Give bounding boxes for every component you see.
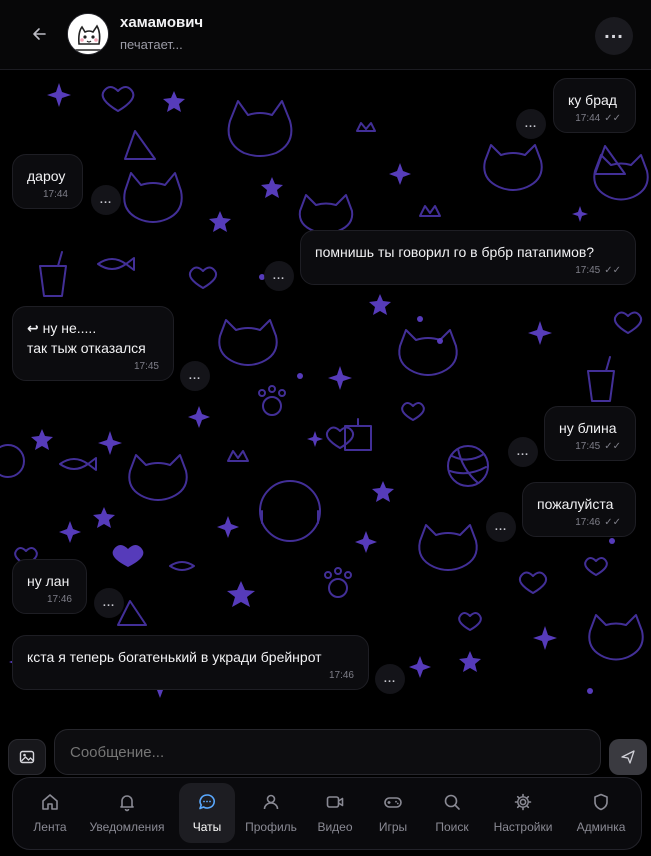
nav-label: Видео bbox=[317, 820, 353, 834]
image-icon bbox=[19, 750, 35, 764]
message-time: 17:46 bbox=[575, 517, 601, 528]
nav-item-feed[interactable]: Лента bbox=[25, 783, 75, 843]
shield-icon bbox=[594, 793, 608, 811]
message-meta: 17:44 ✓✓ bbox=[568, 113, 621, 124]
message-text: ну не..... bbox=[42, 320, 97, 336]
send-icon bbox=[621, 750, 635, 764]
message-text: кста я теперь богатенький в укради брейн… bbox=[27, 649, 322, 665]
message-time: 17:44 bbox=[42, 189, 68, 200]
bottom-navigation: Лента Уведомления Чаты Профиль Видео Игр… bbox=[12, 777, 642, 850]
message-text: ну блина bbox=[559, 420, 617, 436]
nav-label: Лента bbox=[33, 820, 67, 834]
search-icon bbox=[444, 794, 460, 810]
message-text: так тыж отказался bbox=[27, 340, 146, 356]
nav-item-games[interactable]: Игры bbox=[369, 783, 417, 843]
message-time: 17:46 bbox=[328, 670, 354, 681]
message-meta: 17:45 ✓✓ bbox=[315, 265, 621, 276]
message-text: дароу bbox=[27, 168, 66, 184]
nav-item-chats[interactable]: Чаты bbox=[179, 783, 235, 843]
message-time: 17:45 bbox=[133, 361, 159, 372]
read-ticks-icon: ✓✓ bbox=[604, 265, 621, 276]
nav-item-video[interactable]: Видео bbox=[311, 783, 359, 843]
message-actions-button[interactable]: ... bbox=[91, 185, 121, 215]
reply-arrow-icon: ↩ bbox=[27, 320, 39, 336]
message-bubble-outgoing[interactable]: пожалуйста 17:46 ✓✓ bbox=[522, 482, 636, 537]
message-bubble-outgoing[interactable]: помнишь ты говорил го в брбр патапимов? … bbox=[300, 230, 636, 285]
nav-label: Настройки bbox=[493, 820, 553, 834]
gear-icon bbox=[514, 793, 532, 811]
nav-label: Чаты bbox=[192, 820, 222, 834]
nav-label: Профиль bbox=[245, 820, 297, 834]
home-icon bbox=[42, 794, 58, 810]
message-text: пожалуйста bbox=[537, 496, 614, 512]
message-bubble-incoming[interactable]: ну лан 17:46 bbox=[12, 559, 87, 614]
message-actions-button[interactable]: ... bbox=[180, 361, 210, 391]
read-ticks-icon: ✓✓ bbox=[604, 113, 621, 124]
message-actions-button[interactable]: ... bbox=[375, 664, 405, 694]
message-time: 17:45 bbox=[575, 441, 601, 452]
chat-header: хамамович печатает... ... bbox=[0, 0, 651, 70]
nav-label: Поиск bbox=[435, 820, 469, 834]
nav-label: Уведомления bbox=[89, 820, 165, 834]
read-ticks-icon: ✓✓ bbox=[604, 517, 621, 528]
user-icon bbox=[263, 794, 279, 810]
message-list[interactable]: ку брад 17:44 ✓✓ ... дароу 17:44 ... помн… bbox=[0, 71, 651, 719]
read-ticks-icon: ✓✓ bbox=[604, 441, 621, 452]
contact-name[interactable]: хамамович bbox=[120, 14, 203, 31]
more-options-button[interactable]: ... bbox=[595, 17, 633, 55]
message-bubble-incoming[interactable]: ↩ ну не..... так тыж отказался 17:45 bbox=[12, 306, 174, 381]
message-text: ну лан bbox=[27, 573, 70, 589]
message-actions-button[interactable]: ... bbox=[508, 437, 538, 467]
message-time: 17:44 bbox=[575, 113, 601, 124]
message-bubble-outgoing[interactable]: ну блина 17:45 ✓✓ bbox=[544, 406, 636, 461]
message-text: помнишь ты говорил го в брбр патапимов? bbox=[315, 244, 595, 260]
message-time: 17:45 bbox=[575, 265, 601, 276]
message-input[interactable] bbox=[54, 729, 601, 775]
message-composer bbox=[0, 719, 651, 779]
chat-icon bbox=[199, 794, 216, 810]
message-actions-button[interactable]: ... bbox=[94, 588, 124, 618]
bell-icon bbox=[120, 795, 134, 812]
message-text: ку брад bbox=[568, 92, 617, 108]
arrow-left-icon[interactable] bbox=[26, 22, 52, 46]
message-actions-button[interactable]: ... bbox=[486, 512, 516, 542]
send-button[interactable] bbox=[609, 739, 647, 775]
typing-status: печатает... bbox=[120, 37, 183, 52]
message-meta: 17:46 ✓✓ bbox=[537, 517, 621, 528]
video-icon bbox=[326, 796, 344, 808]
nav-item-search[interactable]: Поиск bbox=[427, 783, 477, 843]
nav-item-settings[interactable]: Настройки bbox=[487, 783, 559, 843]
nav-label: Игры bbox=[378, 820, 408, 834]
message-bubble-incoming[interactable]: кста я теперь богатенький в укради брейн… bbox=[12, 635, 369, 690]
attach-image-button[interactable] bbox=[8, 739, 46, 775]
doodle-wallpaper bbox=[0, 83, 649, 698]
message-time: 17:46 bbox=[46, 594, 72, 605]
nav-item-profile[interactable]: Профиль bbox=[241, 783, 301, 843]
gamepad-icon bbox=[384, 797, 402, 808]
reply-line: ↩ ну не..... bbox=[27, 318, 159, 338]
nav-item-notifications[interactable]: Уведомления bbox=[85, 783, 169, 843]
message-bubble-incoming[interactable]: дароу 17:44 bbox=[12, 154, 83, 209]
nav-label: Админка bbox=[576, 820, 626, 834]
message-meta: 17:45 ✓✓ bbox=[559, 441, 621, 452]
nav-item-admin[interactable]: Админка bbox=[569, 783, 633, 843]
message-actions-button[interactable]: ... bbox=[264, 261, 294, 291]
avatar[interactable] bbox=[67, 13, 109, 55]
message-actions-button[interactable]: ... bbox=[516, 109, 546, 139]
message-bubble-outgoing[interactable]: ку брад 17:44 ✓✓ bbox=[553, 78, 636, 133]
